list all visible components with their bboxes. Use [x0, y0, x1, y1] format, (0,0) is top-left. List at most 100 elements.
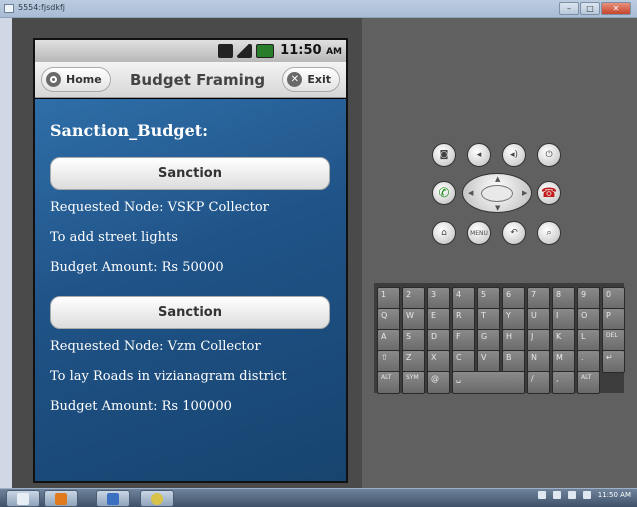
key[interactable]: O — [577, 308, 600, 331]
key[interactable]: 6 — [502, 287, 525, 310]
key[interactable]: B — [502, 350, 525, 373]
call-icon[interactable]: ✆ — [432, 181, 456, 205]
key[interactable]: S — [402, 329, 425, 352]
network-icon[interactable] — [567, 491, 576, 499]
status-clock: 11:50 AM — [280, 43, 342, 58]
emulator-body: 11:50 AM Home Budget Framing ✕ Exit Sanc… — [12, 18, 637, 488]
signal-icon — [237, 44, 252, 58]
content-area: Sanction_Budget: Sanction Requested Node… — [35, 99, 346, 481]
key[interactable]: C — [452, 350, 475, 373]
key[interactable]: 5 — [477, 287, 500, 310]
minimize-button[interactable]: – — [559, 2, 579, 15]
requested-node: Requested Node: VSKP Collector — [50, 200, 269, 215]
keyboard-row: A S D F G H J K L DEL — [377, 329, 625, 352]
close-button[interactable]: ✕ — [601, 2, 631, 15]
sanction-button[interactable]: Sanction — [50, 296, 330, 329]
action-bar: Home Budget Framing ✕ Exit — [35, 62, 346, 98]
dpad-left-icon[interactable]: ◀ — [468, 189, 473, 197]
alt-key[interactable]: ALT — [577, 371, 600, 394]
key[interactable]: L — [577, 329, 600, 352]
key[interactable]: 1 — [377, 287, 400, 310]
delete-key[interactable]: DEL — [602, 329, 625, 352]
word-icon — [107, 493, 119, 505]
request-purpose: To add street lights — [50, 230, 178, 245]
sanction-button[interactable]: Sanction — [50, 157, 330, 190]
emulator-controls-panel: ◙ ◂ ◂) ⏻ ✆ ▲ ▼ ◀ ▶ ☎ ⌂ MENU ↶ ⌕ 1 2 3 4 … — [362, 18, 637, 488]
key[interactable]: V — [477, 350, 500, 373]
dpad-up-icon[interactable]: ▲ — [495, 175, 500, 183]
key[interactable]: D — [427, 329, 450, 352]
camera-icon[interactable]: ◙ — [432, 143, 456, 167]
volume-up-icon[interactable]: ◂) — [502, 143, 526, 167]
dpad-down-icon[interactable]: ▼ — [495, 204, 500, 212]
tray-arrow-icon[interactable] — [537, 491, 546, 499]
flag-icon[interactable] — [552, 491, 561, 499]
dpad-center-button[interactable] — [481, 185, 513, 202]
space-key[interactable]: ␣ — [452, 371, 525, 394]
key[interactable]: U — [527, 308, 550, 331]
sym-key[interactable]: SYM — [402, 371, 425, 394]
key[interactable]: W — [402, 308, 425, 331]
exit-label: Exit — [307, 73, 331, 86]
key[interactable]: 3 — [427, 287, 450, 310]
budget-amount: Budget Amount: Rs 50000 — [50, 260, 224, 275]
key[interactable]: @ — [427, 371, 450, 394]
key[interactable]: 8 — [552, 287, 575, 310]
taskbar-app-button[interactable] — [44, 490, 78, 507]
status-icons — [218, 44, 274, 58]
home-button[interactable]: Home — [41, 67, 111, 92]
home-icon[interactable]: ⌂ — [432, 221, 456, 245]
back-icon[interactable]: ↶ — [502, 221, 526, 245]
taskbar-word-button[interactable] — [96, 490, 130, 507]
window-controls: – □ ✕ — [559, 2, 631, 15]
end-call-icon[interactable]: ☎ — [537, 181, 561, 205]
key[interactable]: , — [552, 371, 575, 394]
taskbar-clock[interactable]: 11:50 AM — [598, 491, 631, 499]
page-title: Budget Framing — [130, 71, 266, 89]
key[interactable]: P — [602, 308, 625, 331]
key[interactable]: 0 — [602, 287, 625, 310]
app-icon — [4, 4, 14, 13]
dpad[interactable]: ▲ ▼ ◀ ▶ — [462, 173, 532, 213]
key[interactable]: N — [527, 350, 550, 373]
volume-down-icon[interactable]: ◂ — [467, 143, 491, 167]
key[interactable]: . — [577, 350, 600, 373]
taskbar: 11:50 AM — [0, 488, 637, 507]
close-icon: ✕ — [287, 72, 303, 87]
keyboard-row: ⇧ Z X C V B N M . ↵ — [377, 350, 625, 373]
request-purpose: To lay Roads in vizianagram district — [50, 369, 287, 384]
key[interactable]: J — [527, 329, 550, 352]
home-label: Home — [66, 73, 102, 86]
dpad-right-icon[interactable]: ▶ — [522, 189, 527, 197]
key[interactable]: R — [452, 308, 475, 331]
alt-key[interactable]: ALT — [377, 371, 400, 394]
key[interactable]: K — [552, 329, 575, 352]
menu-icon[interactable]: MENU — [467, 221, 491, 245]
key[interactable]: H — [502, 329, 525, 352]
maximize-button[interactable]: □ — [580, 2, 600, 15]
search-icon[interactable]: ⌕ — [537, 221, 561, 245]
key[interactable]: Y — [502, 308, 525, 331]
key[interactable]: E — [427, 308, 450, 331]
key[interactable]: A — [377, 329, 400, 352]
taskbar-explorer-button[interactable] — [6, 490, 40, 507]
enter-key[interactable]: ↵ — [602, 350, 625, 373]
key[interactable]: G — [477, 329, 500, 352]
key[interactable]: 4 — [452, 287, 475, 310]
shift-key[interactable]: ⇧ — [377, 350, 400, 373]
taskbar-paint-button[interactable] — [140, 490, 174, 507]
key[interactable]: I — [552, 308, 575, 331]
key[interactable]: X — [427, 350, 450, 373]
key[interactable]: Z — [402, 350, 425, 373]
key[interactable]: 7 — [527, 287, 550, 310]
volume-icon[interactable] — [582, 491, 591, 499]
exit-button[interactable]: ✕ Exit — [282, 67, 340, 92]
key[interactable]: / — [527, 371, 550, 394]
key[interactable]: M — [552, 350, 575, 373]
key[interactable]: 9 — [577, 287, 600, 310]
power-icon[interactable]: ⏻ — [537, 143, 561, 167]
key[interactable]: F — [452, 329, 475, 352]
key[interactable]: 2 — [402, 287, 425, 310]
key[interactable]: Q — [377, 308, 400, 331]
key[interactable]: T — [477, 308, 500, 331]
